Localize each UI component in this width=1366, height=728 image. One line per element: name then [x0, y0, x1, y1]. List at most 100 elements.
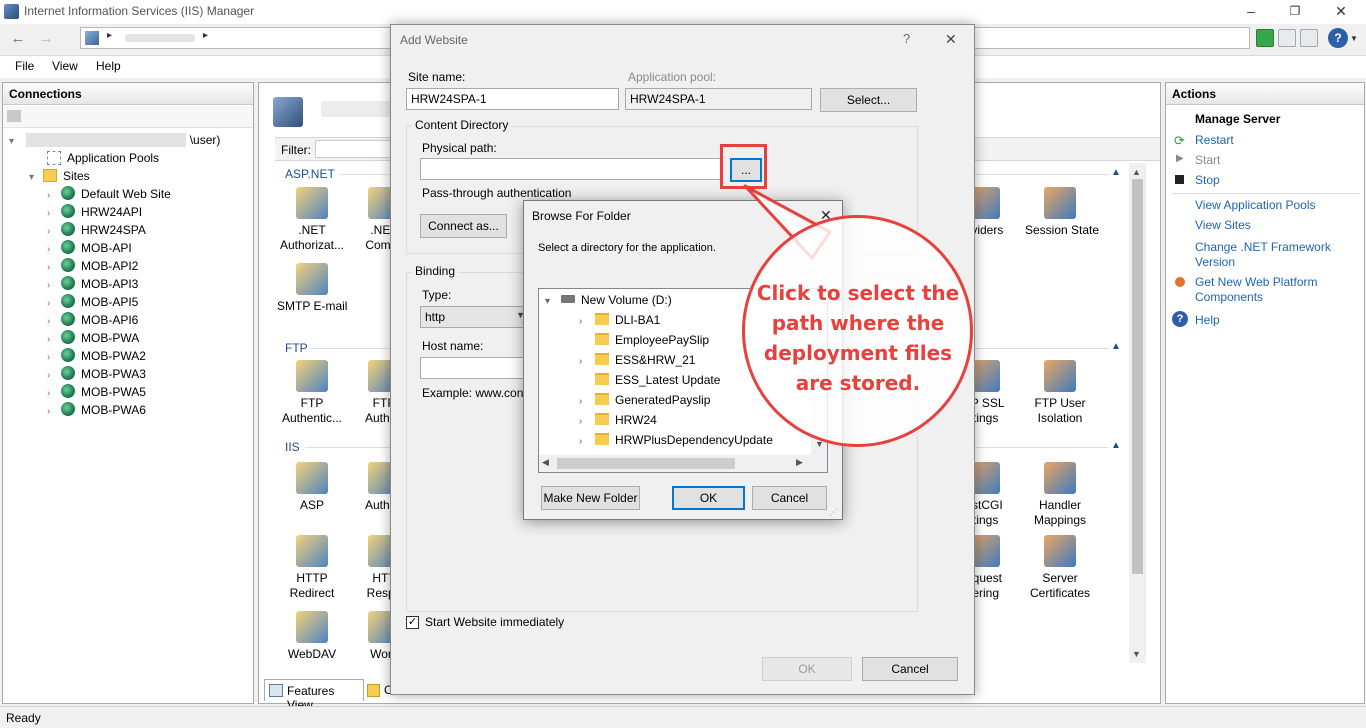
breadcrumb-server[interactable]: [125, 34, 195, 42]
tab-features-view[interactable]: Features View: [264, 679, 364, 712]
site-name-input[interactable]: HRW24SPA-1: [406, 88, 619, 110]
folder-row[interactable]: › HRWPlusDependencyUpdate: [579, 430, 773, 450]
type-select[interactable]: http ▼: [420, 306, 530, 328]
breadcrumb-separator-icon[interactable]: ▸: [107, 30, 112, 41]
feature-item[interactable]: .NET Authorizat...: [277, 187, 347, 253]
tree-site-item[interactable]: › MOB-API2: [9, 257, 249, 275]
collapse-icon[interactable]: ▾: [545, 292, 561, 312]
physical-path-input[interactable]: [420, 158, 722, 180]
get-web-platform-link[interactable]: Get New Web Platform Components: [1195, 275, 1345, 305]
feature-item[interactable]: ASP: [277, 462, 347, 513]
help-link[interactable]: Help: [1195, 313, 1220, 328]
browse-ok-button[interactable]: OK: [672, 486, 745, 510]
menu-file[interactable]: File: [15, 59, 34, 73]
folder-row[interactable]: › HRW24: [579, 410, 657, 430]
features-scrollbar[interactable]: ▲ ▼: [1129, 163, 1146, 663]
tree-server[interactable]: ▾ \user): [9, 131, 249, 149]
back-button[interactable]: ←: [6, 28, 30, 52]
tree-site-item[interactable]: › MOB-PWA2: [9, 347, 249, 365]
select-app-pool-button[interactable]: Select...: [820, 88, 917, 112]
expand-icon[interactable]: ›: [579, 352, 595, 372]
browse-cancel-button[interactable]: Cancel: [752, 486, 827, 510]
host-name-example: Example: www.con: [422, 386, 524, 400]
folder-row[interactable]: › GeneratedPayslip: [579, 390, 710, 410]
feature-item[interactable]: FTP Authentic...: [277, 360, 347, 426]
expand-icon[interactable]: ›: [579, 432, 595, 452]
tree-site-item[interactable]: › Default Web Site: [9, 185, 249, 203]
restart-link[interactable]: Restart: [1195, 133, 1234, 148]
dialog-close-button[interactable]: ✕: [945, 31, 957, 48]
feature-item[interactable]: SMTP E-mail: [277, 263, 347, 314]
stop-icon: [1175, 175, 1184, 184]
cancel-button[interactable]: Cancel: [862, 657, 958, 681]
tree-site-item[interactable]: › MOB-API3: [9, 275, 249, 293]
server-label: \user): [189, 133, 221, 147]
make-new-folder-button[interactable]: Make New Folder: [541, 486, 640, 510]
folder-tree-hscroll[interactable]: ◀ ▶: [539, 455, 827, 472]
feature-item[interactable]: WebDAV: [277, 611, 347, 662]
change-net-framework-link[interactable]: Change .NET Framework Version: [1195, 240, 1345, 270]
annotation-text: Click to select the path where the deplo…: [756, 281, 960, 395]
view-sites-link[interactable]: View Sites: [1195, 218, 1251, 233]
server-name-heading: [321, 101, 401, 117]
connect-icon[interactable]: [7, 110, 21, 122]
feature-item[interactable]: HTTP Redirect: [277, 535, 347, 601]
feature-item[interactable]: FTP User Isolation: [1025, 360, 1095, 426]
host-name-input[interactable]: [420, 357, 530, 379]
tree-site-item[interactable]: › MOB-PWA: [9, 329, 249, 347]
breadcrumb-separator-icon[interactable]: ▸: [203, 30, 208, 41]
collapse-icon[interactable]: ▾: [9, 133, 19, 151]
tree-site-item[interactable]: › HRW24API: [9, 203, 249, 221]
tree-application-pools[interactable]: Application Pools: [9, 149, 249, 167]
website-globe-icon: [61, 366, 75, 380]
refresh-icon[interactable]: [1256, 29, 1274, 47]
feature-item[interactable]: Server Certificates: [1025, 535, 1095, 601]
expand-icon[interactable]: ›: [47, 403, 57, 421]
menu-help[interactable]: Help: [96, 59, 121, 73]
expand-icon[interactable]: ›: [579, 312, 595, 332]
expand-icon[interactable]: ›: [579, 392, 595, 412]
tree-site-item[interactable]: › HRW24SPA: [9, 221, 249, 239]
start-website-checkbox[interactable]: ✓: [406, 616, 419, 629]
menu-view[interactable]: View: [52, 59, 78, 73]
feature-item[interactable]: Session State: [1025, 187, 1099, 238]
folder-row[interactable]: › ESS&HRW_21: [579, 350, 695, 370]
website-globe-icon: [61, 186, 75, 200]
feature-item[interactable]: Handler Mappings: [1025, 462, 1095, 528]
tab-content-view[interactable]: C: [366, 681, 393, 701]
tree-site-item[interactable]: › MOB-API6: [9, 311, 249, 329]
collapse-group-icon[interactable]: ▲: [1111, 440, 1121, 451]
stop-link[interactable]: Stop: [1195, 173, 1220, 188]
collapse-group-icon[interactable]: ▲: [1111, 167, 1121, 178]
resize-grip-icon[interactable]: ⋰: [829, 507, 838, 518]
home-icon[interactable]: [1300, 29, 1318, 47]
help-icon[interactable]: ?: [1328, 28, 1348, 48]
collapse-group-icon[interactable]: ▲: [1111, 341, 1121, 352]
tree-sites[interactable]: ▾ Sites: [9, 167, 249, 185]
connections-tree: ▾ \user) Application Pools ▾ Sites › Defau…: [9, 131, 249, 419]
folder-row[interactable]: ESS_Latest Update: [579, 370, 720, 390]
connect-as-button[interactable]: Connect as...: [420, 214, 507, 238]
stop-icon[interactable]: [1278, 29, 1296, 47]
close-button[interactable]: ✕: [1318, 0, 1364, 24]
dialog-help-button[interactable]: ?: [903, 31, 910, 46]
tree-site-item[interactable]: › MOB-API5: [9, 293, 249, 311]
folder-row[interactable]: › DLI-BA1: [579, 310, 660, 330]
view-application-pools-link[interactable]: View Application Pools: [1195, 198, 1316, 213]
ftp-authentication-icon: [296, 360, 328, 392]
expand-icon[interactable]: ›: [579, 412, 595, 432]
minimize-button[interactable]: –: [1228, 0, 1274, 24]
drive-row[interactable]: ▾ New Volume (D:): [545, 290, 672, 310]
tree-site-item[interactable]: › MOB-PWA6: [9, 401, 249, 419]
scrollbar-thumb[interactable]: [1132, 179, 1143, 574]
help-dropdown-icon[interactable]: ▼: [1350, 34, 1358, 43]
collapse-icon[interactable]: ▾: [29, 169, 39, 187]
folder-row[interactable]: EmployeePaySlip: [579, 330, 709, 350]
tree-site-item[interactable]: › MOB-API: [9, 239, 249, 257]
restore-button[interactable]: ❐: [1272, 0, 1318, 24]
ok-button[interactable]: OK: [762, 657, 852, 681]
forward-button[interactable]: →: [34, 28, 58, 52]
hscroll-thumb[interactable]: [557, 458, 735, 469]
tree-site-item[interactable]: › MOB-PWA5: [9, 383, 249, 401]
tree-site-item[interactable]: › MOB-PWA3: [9, 365, 249, 383]
